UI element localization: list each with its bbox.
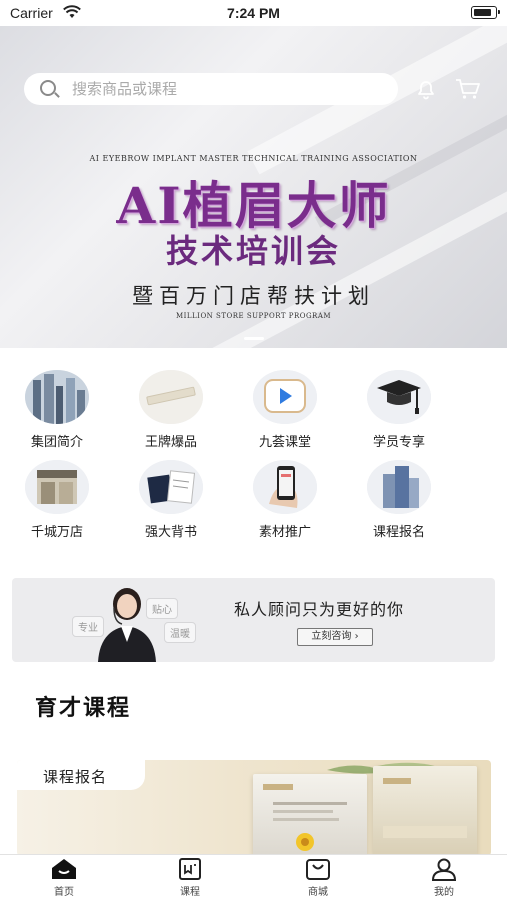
bottom-tab-bar: 首页 课程 商城 我的 [0, 854, 507, 900]
banner-association: AI EYEBROW IMPLANT MASTER TECHNICAL TRAI… [89, 154, 418, 163]
graduation-cap-icon [367, 370, 431, 424]
product-box [373, 766, 477, 856]
shopping-bag-icon [306, 859, 330, 880]
course-card[interactable]: 课程报名 [17, 760, 491, 856]
status-bar: Carrier 7:24 PM [0, 0, 507, 26]
grid-label: 千城万店 [30, 525, 83, 540]
tab-profile[interactable]: 我的 [404, 857, 484, 900]
carousel-indicator[interactable] [244, 337, 264, 340]
search-icon [40, 80, 56, 96]
tab-label: 首页 [54, 887, 74, 898]
tab-label: 商城 [308, 887, 328, 898]
video-play-icon [253, 370, 317, 424]
product-strip-icon [139, 370, 203, 424]
grid-item-strong-endorsement[interactable]: 强大背书 [126, 460, 216, 540]
search-input[interactable] [72, 77, 382, 101]
grid-label: 九荟课堂 [258, 435, 311, 450]
search-bar[interactable] [24, 73, 398, 105]
consult-now-button[interactable]: 立刻咨询 › [297, 628, 373, 646]
banner-tagline: 暨百万门店帮扶计划 [132, 284, 375, 308]
tab-mall[interactable]: 商城 [278, 857, 358, 900]
tab-label: 课程 [180, 887, 200, 898]
storefront-icon [25, 460, 89, 514]
building-photo-icon [25, 370, 89, 424]
hero-banner[interactable]: AI EYEBROW IMPLANT MASTER TECHNICAL TRAI… [0, 26, 507, 348]
tab-label: 我的 [434, 887, 454, 898]
grid-label: 课程报名 [372, 525, 425, 540]
home-icon [52, 859, 76, 879]
cart-icon[interactable] [455, 78, 481, 100]
grid-item-course-signup[interactable]: 课程报名 [354, 460, 444, 540]
grid-label: 强大背书 [144, 525, 197, 540]
grid-item-jiuhui-class[interactable]: 九荟课堂 [240, 370, 330, 450]
tab-home[interactable]: 首页 [24, 857, 104, 900]
phone-in-hand-icon [253, 460, 317, 514]
grid-label: 素材推广 [258, 525, 311, 540]
user-icon [431, 858, 457, 881]
banner-tagline-en: MILLION STORE SUPPORT PROGRAM [175, 312, 332, 320]
bubble-tag: 温暖 [164, 622, 196, 643]
certificate-icon [139, 460, 203, 514]
grid-label: 学员专享 [372, 435, 425, 450]
grid-label: 王牌爆品 [144, 435, 197, 450]
grid-item-materials-promo[interactable]: 素材推广 [240, 460, 330, 540]
consult-headline: 私人顾问只为更好的你 [234, 600, 405, 619]
bubble-tag: 专业 [72, 616, 104, 637]
clock: 7:24 PM [227, 5, 280, 21]
section-title: 育才课程 [35, 696, 132, 721]
grid-item-thousand-stores[interactable]: 千城万店 [12, 460, 102, 540]
grid-label: 集团简介 [30, 435, 83, 450]
banner-subtitle: 技术培训会 [165, 232, 341, 270]
course-book-icon [179, 858, 201, 880]
battery-icon [471, 6, 500, 19]
grid-item-group-intro[interactable]: 集团简介 [12, 370, 102, 450]
grid-item-star-products[interactable]: 王牌爆品 [126, 370, 216, 450]
consultant-banner[interactable]: 专业 贴心 温暖 私人顾问只为更好的你 立刻咨询 › [12, 578, 495, 662]
course-tab-label: 课程报名 [43, 768, 108, 786]
grid-item-student-perks[interactable]: 学员专享 [354, 370, 444, 450]
office-tower-icon [367, 460, 431, 514]
flower-decoration [296, 833, 314, 851]
bell-icon[interactable] [414, 77, 438, 101]
tab-courses[interactable]: 课程 [150, 857, 230, 900]
bubble-tag: 贴心 [146, 598, 178, 619]
